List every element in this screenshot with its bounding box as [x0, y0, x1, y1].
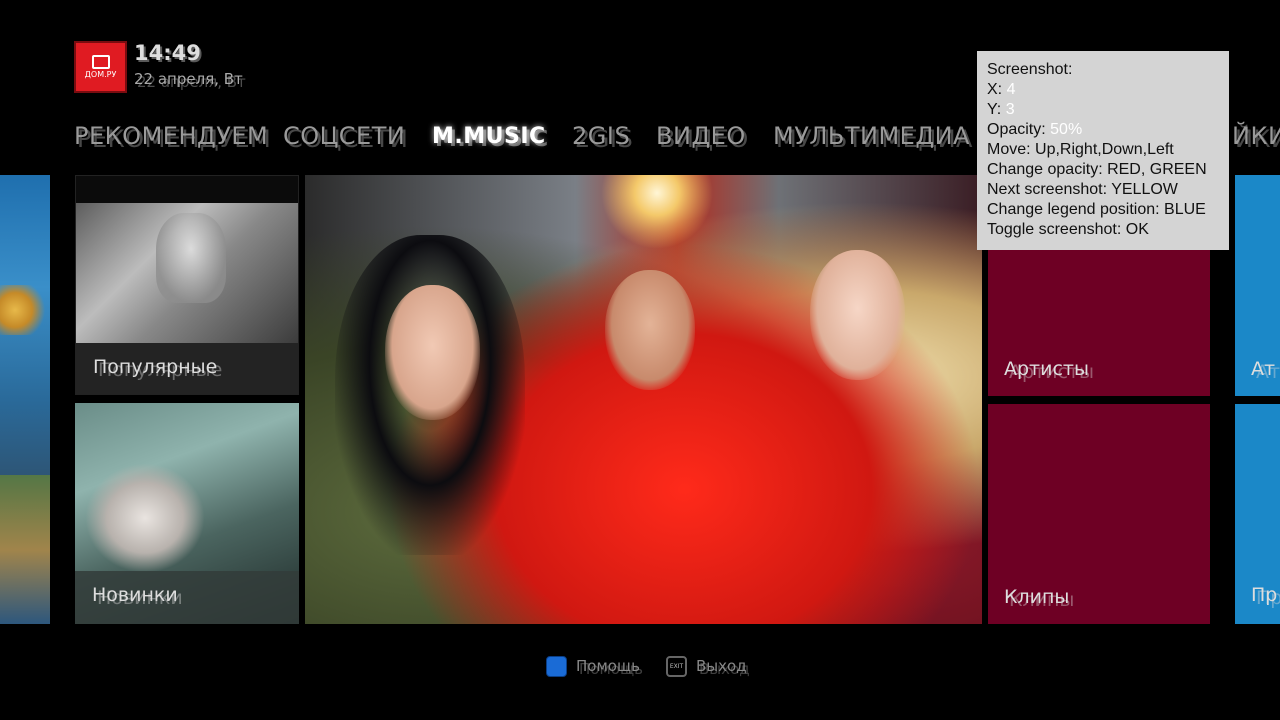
legend-position: Change legend position: BLUE: [987, 201, 1206, 218]
tab-multimedia[interactable]: МУЛЬТИМЕДИА: [773, 122, 970, 150]
tile-previous-edge[interactable]: [0, 175, 50, 624]
legend-y: Y: 3: [987, 100, 1219, 120]
legend-x: X: 4: [987, 80, 1219, 100]
tile-artists-label: Артисты: [1004, 358, 1089, 380]
tile-artwork: [0, 285, 50, 335]
tile-edge-label: Пр: [1251, 584, 1278, 606]
tab-recommended[interactable]: РЕКОМЕНДУЕМ: [74, 122, 268, 150]
help-label: Помощь: [576, 657, 640, 675]
exit-hint[interactable]: EXIT Выход: [666, 655, 747, 677]
tile-clips[interactable]: Клипы: [988, 404, 1210, 624]
tile-popular[interactable]: Популярные: [75, 175, 299, 395]
tile-artwork: [0, 475, 50, 624]
legend-y-value: 3: [1005, 101, 1015, 118]
tile-next-edge-bottom[interactable]: Пр: [1235, 404, 1280, 624]
tab-2gis[interactable]: 2GIS: [572, 122, 630, 150]
provider-logo: ДОМ.РУ: [74, 41, 127, 93]
tile-popular-label: Популярные: [93, 356, 218, 378]
clock-date: 22 апреля, Вт: [134, 70, 243, 88]
legend-move: Move: Up,Right,Down,Left: [987, 141, 1174, 158]
blue-button-icon: [546, 655, 567, 677]
banner-image: [385, 285, 480, 420]
legend-y-label: Y:: [987, 101, 1002, 118]
exit-label: Выход: [696, 657, 747, 675]
tab-video[interactable]: ВИДЕО: [656, 122, 746, 150]
tab-settings-partial[interactable]: ЙКИ: [1232, 122, 1280, 150]
banner-image: [605, 270, 695, 390]
banner-image: [810, 250, 905, 380]
exit-button-icon: EXIT: [666, 655, 687, 677]
legend-next: Next screenshot: YELLOW: [987, 181, 1178, 198]
legend-x-value: 4: [1006, 81, 1016, 98]
tab-mmusic[interactable]: M.MUSIC: [432, 124, 546, 149]
legend-title: Screenshot:: [987, 61, 1073, 78]
legend-toggle: Toggle screenshot: OK: [987, 221, 1149, 238]
logo-label: ДОМ.РУ: [84, 70, 117, 79]
legend-opacity: Opacity: 50%: [987, 120, 1219, 140]
tile-next-edge-top[interactable]: Ат: [1235, 175, 1280, 396]
screenshot-legend: Screenshot: X: 4 Y: 3 Opacity: 50% Move:…: [977, 51, 1229, 250]
featured-banner[interactable]: [305, 175, 982, 624]
tile-new-label: Новинки: [92, 584, 178, 606]
legend-opacity-label: Opacity:: [987, 121, 1046, 138]
legend-x-label: X:: [987, 81, 1003, 98]
tile-new[interactable]: Новинки: [75, 403, 299, 624]
legend-change-opacity: Change opacity: RED, GREEN: [987, 161, 1207, 178]
tile-clips-label: Клипы: [1004, 586, 1070, 608]
legend-opacity-value: 50%: [1050, 121, 1083, 138]
tile-image: [76, 203, 298, 343]
tile-edge-label: Ат: [1251, 358, 1276, 380]
help-hint[interactable]: Помощь: [546, 655, 640, 677]
tab-social[interactable]: СОЦСЕТИ: [283, 122, 405, 150]
tv-icon: [91, 55, 110, 69]
clock-time: 14:49: [134, 41, 201, 65]
